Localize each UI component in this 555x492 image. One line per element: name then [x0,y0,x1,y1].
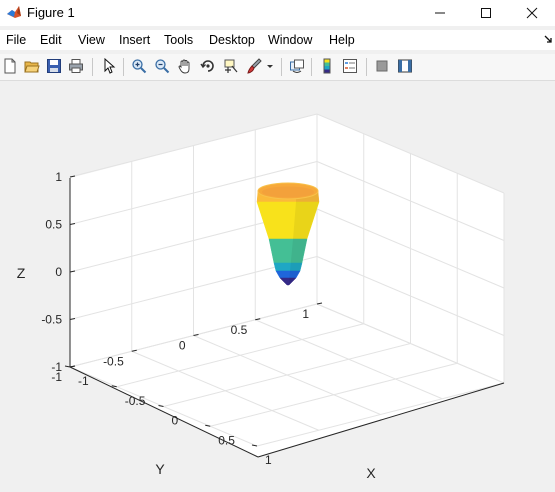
data-cursor-icon [224,59,238,73]
x-tick-label: 0 [172,414,179,428]
link-plot-icon [290,59,304,73]
z-tick-label: 0 [55,265,62,279]
insert-legend-button[interactable] [340,56,360,76]
rotate-3d-icon [200,60,214,72]
maximize-icon [481,8,491,18]
print-button[interactable] [66,56,86,76]
zoom-out-button[interactable] [152,56,172,76]
brush-dropdown-button[interactable] [264,56,276,76]
figure-canvas[interactable]: -1 -0.5 0 0.5 1 -1 -0.5 0 0.5 1 -1 -0.5 0 0.5 1 Z Y X [0,81,555,492]
brush-button[interactable] [244,56,264,76]
brush-icon [247,58,262,74]
menu-view[interactable]: View [78,33,105,47]
menu-file[interactable]: File [6,33,26,47]
edit-plot-button[interactable] [99,56,119,76]
minimize-icon [435,12,445,14]
y-tick-label: -0.5 [103,354,124,368]
maximize-button[interactable] [463,0,509,26]
edit-plot-arrow-icon [104,58,116,74]
window-title: Figure 1 [27,5,75,20]
z-tick-label: -0.5 [41,313,62,327]
close-button[interactable] [509,0,555,26]
x-axis-label: X [366,465,376,481]
open-file-button[interactable] [22,56,42,76]
x-tick-label: -1 [78,374,89,388]
menu-edit[interactable]: Edit [40,33,62,47]
open-file-icon [24,61,40,73]
zoom-out-icon [155,59,170,74]
z-axis-label: Z [17,265,26,281]
menu-bar: File Edit View Insert Tools Desktop Wind… [0,30,555,50]
zoom-in-button[interactable] [129,56,149,76]
show-plot-tools-button[interactable] [395,56,415,76]
y-tick-label: -1 [51,370,62,384]
cone-inner [262,186,314,198]
y-tick-label: 0 [179,339,186,353]
new-figure-icon [4,58,16,74]
new-figure-button[interactable] [0,56,20,76]
print-icon [69,59,83,73]
show-plot-tools-icon [398,59,412,73]
toolbar-separator [123,58,124,76]
x-tick-label: 0.5 [218,433,235,447]
matlab-logo-icon [6,4,22,20]
save-button[interactable] [44,56,64,76]
y-tick-label: 0.5 [231,323,248,337]
menu-insert[interactable]: Insert [119,33,150,47]
pan-hand-icon [178,59,190,74]
brush-dropdown-icon [267,65,273,68]
toolbar-separator [366,58,367,76]
axes-3d[interactable]: -1-0.500.51-1-0.500.51-1-0.500.51 Z Y X [0,81,555,492]
rotate-3d-button[interactable] [198,56,218,76]
hide-plot-tools-icon [376,60,388,72]
x-tick-label: -0.5 [125,394,146,408]
zoom-in-icon [132,59,147,74]
title-bar: Figure 1 [0,0,555,26]
y-axis-label: Y [155,461,165,477]
minimize-button[interactable] [417,0,463,26]
figure-toolbar [0,54,555,81]
z-tick [69,175,76,178]
z-tick-label: 0.5 [45,218,62,232]
menu-help[interactable]: Help [329,33,355,47]
insert-legend-icon [343,59,357,73]
x-tick [64,365,71,368]
insert-colorbar-icon [323,58,331,74]
data-cursor-button[interactable] [221,56,241,76]
menu-tools[interactable]: Tools [164,33,193,47]
hide-plot-tools-button[interactable] [372,56,392,76]
toolbar-separator [92,58,93,76]
y-tick-label: 1 [302,307,309,321]
menu-window[interactable]: Window [268,33,312,47]
close-icon [526,7,538,19]
save-icon [47,59,61,73]
x-tick-label: 1 [265,453,272,467]
link-plot-button[interactable] [287,56,307,76]
dock-figure-icon[interactable] [543,33,553,45]
z-tick-label: 1 [55,170,62,184]
insert-colorbar-button[interactable] [317,56,337,76]
pan-button[interactable] [175,56,195,76]
menu-desktop[interactable]: Desktop [209,33,255,47]
toolbar-separator [311,58,312,76]
toolbar-separator [281,58,282,76]
